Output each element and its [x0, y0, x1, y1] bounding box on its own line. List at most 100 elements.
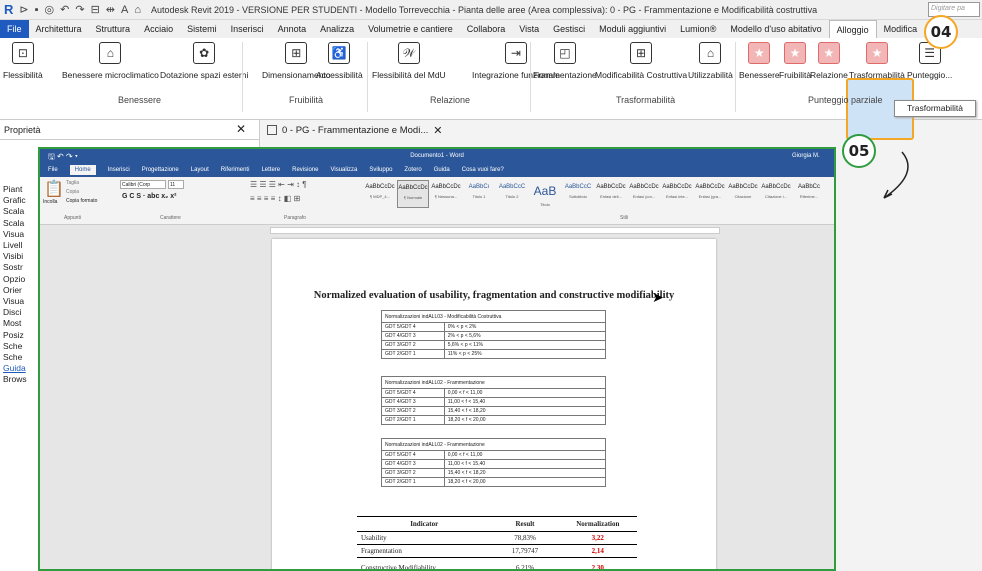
property-item[interactable]: Sche	[3, 341, 22, 351]
style-item[interactable]: AaBbCcDc ¶ MDP_4...	[364, 180, 396, 208]
style-item[interactable]: AaBbCcDc Enfasi deli...	[595, 180, 627, 208]
style-item[interactable]: AaBbCcDc ¶ Nessuna...	[430, 180, 462, 208]
undo-icon[interactable]: ↶	[60, 3, 69, 16]
word-tab-sviluppo[interactable]: Sviluppo	[369, 167, 392, 173]
view-tab[interactable]: 0 - PG - Frammentazione e Modi... ✕	[262, 120, 562, 140]
revit-tab-volumetrie-e-cantiere[interactable]: Volumetrie e cantiere	[361, 20, 460, 38]
word-tab-inserisci[interactable]: Inserisci	[108, 167, 130, 173]
style-item[interactable]: AaBbCcC Sottotitolo	[562, 180, 594, 208]
word-tab-revisione[interactable]: Revisione	[292, 167, 318, 173]
print-icon[interactable]: ⊟	[91, 3, 100, 16]
revit-tab-file[interactable]: File	[0, 20, 29, 38]
revit-tab-inserisci[interactable]: Inserisci	[224, 20, 271, 38]
word-user[interactable]: Giorgia M.	[792, 153, 820, 159]
style-item[interactable]: AaBbCc Riferime...	[793, 180, 825, 208]
ribbon-button-modificabilit-costruttiva[interactable]: ⊞ Modificabilità Costruttiva	[595, 42, 687, 80]
property-item[interactable]: Visibi	[3, 251, 23, 261]
word-tab-home[interactable]: Home	[69, 165, 96, 175]
open-icon[interactable]: ⊳	[19, 3, 28, 16]
measure-icon[interactable]: ⇹	[106, 3, 115, 16]
ribbon-button-trasformabilit-[interactable]: ★ Trasformabilità	[849, 42, 905, 80]
property-item[interactable]: Guida	[3, 363, 26, 373]
style-item[interactable]: AaBbCcDc Enfasi inte...	[661, 180, 693, 208]
style-item[interactable]: AaB Titolo	[529, 180, 561, 208]
word-tab-progettazione[interactable]: Progettazione	[142, 167, 179, 173]
property-item[interactable]: Sostr	[3, 262, 23, 272]
word-tab-file[interactable]: File	[48, 167, 58, 173]
property-item[interactable]: Grafic	[3, 195, 26, 205]
property-item[interactable]: Piant	[3, 184, 22, 194]
style-item[interactable]: AaBbCı Titolo 1	[463, 180, 495, 208]
property-item[interactable]: Visua	[3, 296, 24, 306]
list-icons[interactable]: ☰ ☰ ☰ ⇤ ⇥ ↕ ¶	[250, 180, 307, 189]
redo-icon[interactable]: ↷	[75, 3, 84, 16]
word-tab-cosa-vuoi-fare-[interactable]: Cosa vuoi fare?	[462, 167, 504, 173]
paste-icon[interactable]: 📋	[44, 179, 64, 199]
revit-tab-modello-d-uso-abitativo[interactable]: Modello d'uso abitativo	[723, 20, 828, 38]
revit-tab-annota[interactable]: Annota	[271, 20, 314, 38]
revit-tab-vista[interactable]: Vista	[512, 20, 546, 38]
revit-tab-acciaio[interactable]: Acciaio	[137, 20, 180, 38]
ribbon-button-flessibilit-[interactable]: ⊡ Flessibilità	[3, 42, 43, 80]
revit-tab-gestisci[interactable]: Gestisci	[546, 20, 592, 38]
sync-icon[interactable]: ◎	[45, 3, 55, 16]
property-item[interactable]: Scala	[3, 218, 24, 228]
revit-tab-alloggio[interactable]: Alloggio	[828, 20, 877, 38]
property-item[interactable]: Brows	[3, 374, 27, 384]
ruler[interactable]	[270, 227, 720, 234]
ribbon-button-relazione[interactable]: ★ Relazione	[810, 42, 848, 80]
word-tab-zotero[interactable]: Zotero	[404, 167, 421, 173]
property-item[interactable]: Posiz	[3, 330, 24, 340]
property-item[interactable]: Scala	[3, 206, 24, 216]
ribbon-button-fruibilit-[interactable]: ★ Fruibilità	[779, 42, 811, 80]
save-icon[interactable]: ▪	[35, 4, 39, 16]
close-view-icon[interactable]: ✕	[433, 124, 442, 137]
word-tab-visualizza[interactable]: Visualizza	[330, 167, 357, 173]
text-icon[interactable]: A	[121, 4, 128, 16]
document-page[interactable]: Normalized evaluation of usability, frag…	[272, 239, 716, 569]
property-item[interactable]: Opzio	[3, 274, 25, 284]
style-item[interactable]: AaBbCcDc Citazione	[727, 180, 759, 208]
style-item[interactable]: AaBbCcC Titolo 2	[496, 180, 528, 208]
close-properties-icon[interactable]: ✕	[236, 122, 246, 136]
style-item[interactable]: AaBbCcDc Enfasi (cor...	[628, 180, 660, 208]
word-tab-riferimenti[interactable]: Riferimenti	[221, 167, 250, 173]
paste-label[interactable]: Incolla	[43, 199, 57, 205]
revit-tab-analizza[interactable]: Analizza	[313, 20, 361, 38]
property-item[interactable]: Visua	[3, 229, 24, 239]
font-name-select[interactable]: Calibri (Corp	[120, 180, 166, 189]
copy-button[interactable]: Copia	[66, 189, 79, 195]
align-icons[interactable]: ≡ ≡ ≡ ≡ ↕ ◧ ⊞	[250, 194, 300, 203]
format-painter-button[interactable]: Copia formato	[66, 198, 97, 204]
ribbon-button-frammentazione[interactable]: ◰ Frammentazione	[533, 42, 597, 80]
style-item[interactable]: AaBbCcDc ¶ Normale	[397, 180, 429, 208]
ribbon-button-utilizzabilit-[interactable]: ⌂ Utilizzabilità	[688, 42, 733, 80]
ribbon-button-dotazione-spazi-esterni[interactable]: ✿ Dotazione spazi esterni	[160, 42, 248, 80]
word-tab-lettere[interactable]: Lettere	[261, 167, 280, 173]
property-item[interactable]: Orier	[3, 285, 22, 295]
revit-tab-sistemi[interactable]: Sistemi	[180, 20, 224, 38]
revit-tab-collabora[interactable]: Collabora	[460, 20, 513, 38]
style-item[interactable]: AaBbCcDc Citazione i...	[760, 180, 792, 208]
revit-tab-struttura[interactable]: Struttura	[89, 20, 138, 38]
property-item[interactable]: Livell	[3, 240, 22, 250]
ribbon-button-benessere-microclimatico[interactable]: ⌂ Benessere microclimatico	[62, 42, 159, 80]
font-size-select[interactable]: 11	[168, 180, 184, 189]
cut-button[interactable]: Taglia	[66, 180, 79, 186]
ribbon-button-flessibilit-del-mdu[interactable]: 𝒲 Flessibilità del MdU	[372, 42, 446, 80]
revit-tab-lumion-[interactable]: Lumion®	[673, 20, 723, 38]
style-item[interactable]: AaBbCcDc Enfasi (gra...	[694, 180, 726, 208]
revit-tab-modifica[interactable]: Modifica	[877, 20, 925, 38]
property-item[interactable]: Disci	[3, 307, 21, 317]
revit-tab-architettura[interactable]: Architettura	[29, 20, 89, 38]
property-item[interactable]: Most	[3, 318, 21, 328]
view-3d-icon[interactable]: ⌂	[134, 4, 141, 16]
ribbon-button-accessibilit-[interactable]: ♿ Accessibilità	[316, 42, 363, 80]
font-format-icons[interactable]: G C S · abc x₂ x²	[122, 193, 176, 200]
revit-tab-moduli-aggiuntivi[interactable]: Moduli aggiuntivi	[592, 20, 673, 38]
word-tab-layout[interactable]: Layout	[191, 167, 209, 173]
revit-logo-icon[interactable]: R	[4, 2, 13, 17]
ribbon-button-benessere[interactable]: ★ Benessere	[739, 42, 780, 80]
word-tab-guida[interactable]: Guida	[434, 167, 450, 173]
property-item[interactable]: Sche	[3, 352, 22, 362]
